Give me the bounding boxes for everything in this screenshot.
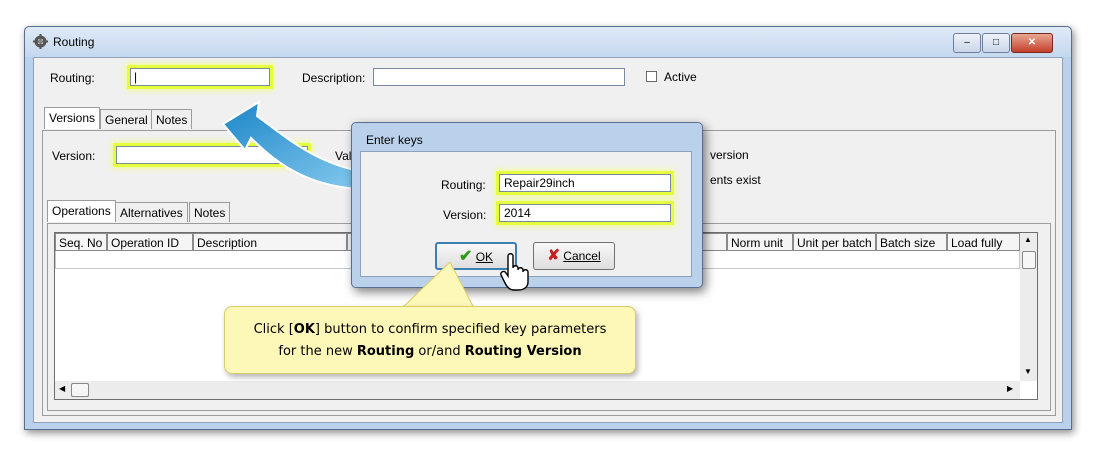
routing-input-value: | — [134, 70, 138, 84]
tab-notes[interactable]: Notes — [151, 109, 193, 129]
cancel-x-icon: ✘ — [547, 247, 560, 264]
col-load-fully[interactable]: Load fully — [947, 233, 1020, 251]
routing-label: Routing: — [50, 71, 95, 85]
minimize-button[interactable]: – — [953, 33, 981, 53]
callout-text-4: or/and — [414, 344, 465, 359]
sub-tabs: Operations Alternatives Notes — [47, 200, 287, 224]
version-note: version — [710, 148, 749, 162]
app-icon — [33, 34, 48, 49]
scroll-up-icon[interactable]: ▲ — [1024, 235, 1032, 244]
col-operation-id[interactable]: Operation ID — [107, 233, 193, 251]
callout-bold-routing: Routing — [356, 344, 415, 359]
title-bar: Routing – □ ✕ — [25, 27, 1071, 57]
elements-note: ents exist — [710, 173, 761, 187]
col-unit-per-batch[interactable]: Unit per batch — [793, 233, 876, 251]
vertical-scrollbar[interactable]: ▲ ▼ — [1020, 233, 1037, 381]
window-title: Routing — [53, 35, 95, 49]
instruction-callout: Click [OK] button to confirm specified k… — [224, 306, 636, 374]
close-button[interactable]: ✕ — [1011, 33, 1053, 53]
tab-operations[interactable]: Operations — [47, 200, 116, 222]
scroll-left-icon[interactable]: ◀ — [59, 384, 65, 393]
hand-cursor-icon — [500, 253, 529, 291]
routing-input[interactable]: | — [130, 68, 270, 86]
dialog-version-value: 2014 — [504, 206, 531, 220]
callout-bold-routing-version: Routing Version — [464, 344, 582, 359]
cancel-label: Cancel — [563, 249, 601, 263]
h-scroll-thumb[interactable] — [71, 383, 89, 397]
dialog-version-input[interactable]: 2014 — [499, 204, 671, 222]
dialog-routing-input[interactable]: Repair29inch — [499, 174, 671, 192]
description-input[interactable] — [373, 68, 625, 86]
horizontal-scrollbar[interactable]: ◀ ▶ — [55, 381, 1020, 399]
active-label: Active — [664, 70, 697, 84]
version-label: Version: — [52, 149, 96, 163]
callout-line-2: for the new Routing or/and Routing Versi… — [225, 341, 635, 363]
scroll-down-icon[interactable]: ▼ — [1024, 367, 1032, 376]
callout-line-1: Click [OK] button to confirm specified k… — [225, 319, 635, 341]
description-label: Description: — [302, 71, 366, 85]
tab-sub-notes[interactable]: Notes — [189, 202, 231, 222]
col-description[interactable]: Description — [193, 233, 347, 251]
callout-text-2: ] button to confirm specified key parame… — [314, 322, 607, 337]
tab-general[interactable]: General — [100, 109, 153, 129]
dialog-title: Enter keys — [366, 133, 423, 147]
dialog-version-label: Version: — [443, 208, 487, 222]
callout-bold-ok: OK — [293, 322, 315, 337]
col-norm-unit[interactable]: Norm unit — [727, 233, 793, 251]
scroll-thumb[interactable] — [1022, 251, 1036, 269]
scroll-right-icon[interactable]: ▶ — [1007, 384, 1013, 393]
dialog-routing-value: Repair29inch — [504, 176, 575, 190]
cancel-button[interactable]: ✘ Cancel — [533, 242, 615, 270]
col-seq-no[interactable]: Seq. No — [55, 233, 107, 251]
tab-alternatives[interactable]: Alternatives — [115, 202, 188, 222]
dialog-routing-label: Routing: — [441, 178, 486, 192]
col-batch-size[interactable]: Batch size — [876, 233, 947, 251]
callout-pointer — [400, 262, 475, 309]
main-tabs: Versions General Notes — [44, 107, 244, 131]
maximize-button[interactable]: □ — [982, 33, 1010, 53]
callout-text: Click [ — [253, 322, 294, 337]
tab-versions[interactable]: Versions — [44, 107, 101, 129]
active-checkbox[interactable] — [646, 71, 657, 82]
callout-text-3: for the new — [278, 344, 357, 359]
